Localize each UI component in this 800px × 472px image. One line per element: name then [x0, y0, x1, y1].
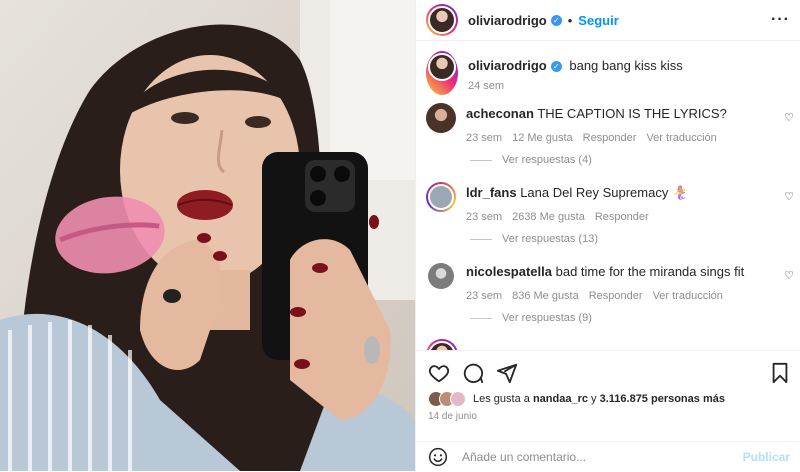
- likes-count[interactable]: 3.116.875 personas más: [600, 393, 725, 405]
- comment-item: nicolespatella bad time for the miranda …: [416, 261, 800, 305]
- reply-button[interactable]: Responder: [595, 209, 649, 226]
- comment-likes[interactable]: 12 Me gusta: [512, 130, 573, 147]
- view-replies[interactable]: Ver respuestas (9): [470, 312, 592, 324]
- commenter-avatar[interactable]: [426, 103, 456, 133]
- comment-item: [416, 339, 800, 350]
- reply-button[interactable]: Responder: [583, 130, 637, 147]
- caption-avatar[interactable]: [426, 51, 458, 95]
- caption-text: bang bang kiss kiss: [569, 58, 683, 73]
- comment-username[interactable]: ldr_fans: [466, 185, 517, 200]
- comment-time[interactable]: 23 sem: [466, 130, 502, 147]
- comments-list[interactable]: oliviarodrigo ✓ bang bang kiss kiss 24 se…: [416, 41, 800, 350]
- share-send-icon[interactable]: [496, 362, 518, 384]
- follow-button[interactable]: Seguir: [578, 13, 618, 28]
- separator-dot: •: [567, 12, 573, 28]
- comment-username[interactable]: acheconan: [466, 106, 534, 121]
- comment-item: acheconan THE CAPTION IS THE LYRICS? 23 …: [416, 103, 800, 147]
- post-header: oliviarodrigo ✓ • Seguir ···: [416, 0, 800, 41]
- comment-text: THE CAPTION IS THE LYRICS?: [537, 106, 727, 121]
- like-comment-heart-icon[interactable]: ♡: [784, 269, 794, 282]
- post-date[interactable]: 14 de junio: [416, 407, 800, 422]
- author-avatar[interactable]: [426, 4, 458, 36]
- comment-likes[interactable]: 2638 Me gusta: [512, 209, 585, 226]
- likes-middle: y: [591, 393, 597, 405]
- post-actions-area: Les gusta a nandaa_rc y 3.116.875 person…: [416, 350, 800, 472]
- view-replies-label[interactable]: Ver respuestas (13): [502, 233, 598, 245]
- comment-time[interactable]: 23 sem: [466, 288, 502, 305]
- publish-button[interactable]: Publicar: [743, 450, 790, 464]
- view-replies-label[interactable]: Ver respuestas (9): [502, 312, 592, 324]
- emoji-icon[interactable]: [428, 447, 448, 467]
- like-comment-heart-icon[interactable]: ♡: [784, 111, 794, 124]
- view-replies-label[interactable]: Ver respuestas (4): [502, 154, 592, 166]
- comment-text: bad time for the miranda sings fit: [555, 264, 745, 279]
- likes-prefix: Les gusta a: [473, 393, 530, 405]
- comment-item: ldr_fans Lana Del Rey Supremacy 🧜‍♀️ 23 …: [416, 182, 800, 226]
- post-side-panel: oliviarodrigo ✓ • Seguir ··· oliviarodri…: [415, 0, 800, 471]
- caption: oliviarodrigo ✓ bang bang kiss kiss 24 se…: [416, 51, 800, 95]
- verified-badge-icon: ✓: [550, 14, 562, 26]
- post-photo[interactable]: [0, 0, 415, 471]
- liker-username[interactable]: nandaa_rc: [533, 393, 588, 405]
- comment-text: Lana Del Rey Supremacy 🧜‍♀️: [520, 185, 689, 200]
- instagram-post-modal: oliviarodrigo ✓ • Seguir ··· oliviarodri…: [0, 0, 800, 471]
- translate-button[interactable]: Ver traducción: [646, 130, 716, 147]
- comment-likes[interactable]: 836 Me gusta: [512, 288, 579, 305]
- author-username[interactable]: oliviarodrigo: [468, 13, 547, 28]
- verified-badge-icon: ✓: [550, 61, 562, 73]
- commenter-avatar[interactable]: [426, 182, 456, 212]
- save-bookmark-icon[interactable]: [770, 362, 790, 384]
- caption-time[interactable]: 24 sem: [468, 78, 504, 95]
- like-heart-icon[interactable]: [428, 362, 450, 384]
- translate-button[interactable]: Ver traducción: [653, 288, 723, 305]
- view-replies[interactable]: Ver respuestas (13): [470, 233, 598, 245]
- caption-username[interactable]: oliviarodrigo: [468, 58, 547, 73]
- comment-username[interactable]: nicolespatella: [466, 264, 552, 279]
- like-comment-heart-icon[interactable]: ♡: [784, 190, 794, 203]
- add-comment-bar: Publicar: [416, 441, 800, 472]
- commenter-avatar[interactable]: [428, 263, 454, 289]
- comment-bubble-icon[interactable]: [462, 362, 484, 384]
- reply-button[interactable]: Responder: [589, 288, 643, 305]
- liker-avatars[interactable]: [428, 391, 466, 407]
- likes-summary: Les gusta a nandaa_rc y 3.116.875 person…: [416, 385, 800, 407]
- comment-input[interactable]: [460, 449, 743, 465]
- comment-time[interactable]: 23 sem: [466, 209, 502, 226]
- more-options-icon[interactable]: ···: [771, 11, 790, 29]
- commenter-avatar[interactable]: [426, 339, 458, 350]
- view-replies[interactable]: Ver respuestas (4): [470, 154, 592, 166]
- selfie-illustration: [0, 0, 415, 471]
- action-icons: [416, 351, 800, 385]
